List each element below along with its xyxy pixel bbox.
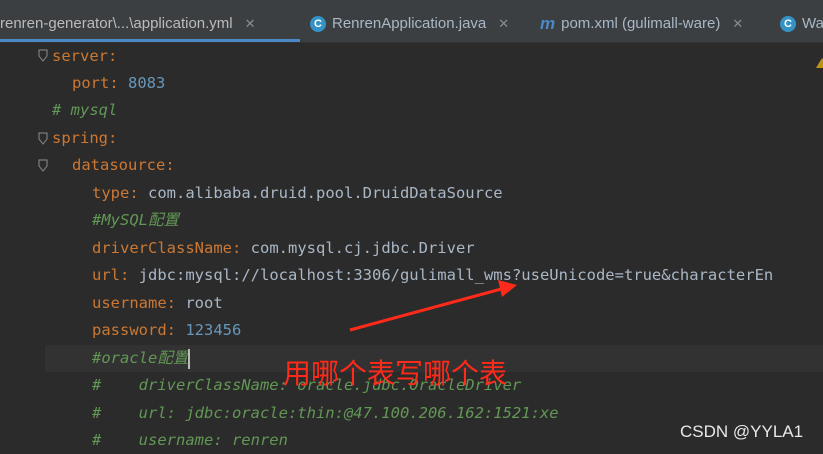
annotation-text: 用哪个表写哪个表: [283, 357, 508, 390]
watermark: CSDN @YYLA1: [680, 422, 804, 441]
